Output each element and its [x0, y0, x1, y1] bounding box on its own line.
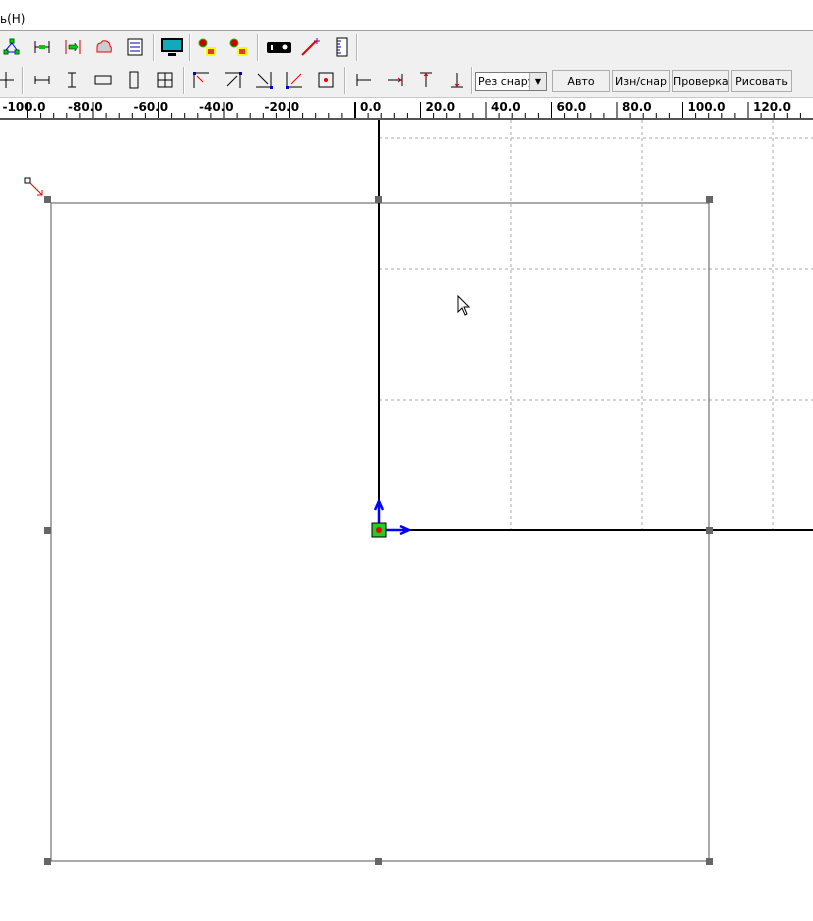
cut-tool-select[interactable]: Рез снару: ▼ — [475, 72, 547, 91]
align-left-icon[interactable] — [354, 70, 374, 90]
move-icon[interactable] — [0, 70, 16, 90]
align-bottom-icon[interactable] — [447, 70, 467, 90]
corner-top-right-icon[interactable] — [223, 70, 243, 90]
wear-tool-button[interactable]: Изн/снар — [612, 70, 670, 92]
grid — [379, 120, 813, 530]
ruler-label: 60.0 — [556, 100, 587, 114]
select-objects-icon[interactable] — [197, 37, 217, 57]
ruler-label: 0.0 — [360, 100, 382, 114]
ruler-icon[interactable] — [332, 37, 352, 57]
chevron-down-icon[interactable]: ▼ — [529, 73, 546, 90]
corner-bottom-right-icon[interactable] — [254, 70, 274, 90]
ruler-label: -100.0 — [2, 100, 46, 114]
vertical-box-icon[interactable] — [124, 70, 144, 90]
horizontal-ruler: -100.0 -80.0 -60.0 -40.0 -20.0 0.0 20.0 40.0 60.… — [0, 98, 813, 120]
ruler-label: -60.0 — [133, 100, 169, 114]
height-icon[interactable] — [62, 70, 82, 90]
width-icon[interactable] — [32, 70, 52, 90]
projector-icon[interactable] — [266, 37, 292, 57]
toolbar-main — [0, 31, 813, 65]
ruler-label: -80.0 — [68, 100, 103, 114]
origin-marker[interactable] — [371, 497, 413, 538]
ruler-label: 100.0 — [687, 100, 726, 114]
ruler-label: 80.0 — [622, 100, 652, 114]
draw-button[interactable]: Рисовать — [731, 70, 792, 92]
ruler-label: 20.0 — [425, 100, 456, 114]
insert-right-icon[interactable] — [63, 37, 83, 57]
draw-line-icon[interactable] — [300, 37, 320, 57]
align-right-icon[interactable] — [385, 70, 405, 90]
checklist-icon[interactable] — [125, 37, 145, 57]
menu-bar: ь(Н) — [0, 0, 813, 31]
center-box-icon[interactable] — [316, 70, 336, 90]
ruler-label: -20.0 — [264, 100, 300, 114]
ruler-label: 120.0 — [753, 100, 791, 114]
deselect-objects-icon[interactable] — [228, 37, 248, 57]
check-button[interactable]: Проверка — [672, 70, 729, 92]
drawing-canvas[interactable] — [0, 120, 813, 921]
toolbar-tools: Рез снару: ▼ Авто Изн/снар Проверка Рисов… — [0, 64, 813, 98]
mouse-cursor-icon — [457, 294, 471, 316]
auto-button[interactable]: Авто — [552, 70, 610, 92]
dimension-icon[interactable] — [32, 37, 52, 57]
node-tree-icon[interactable] — [2, 37, 22, 57]
rotate-handle-icon[interactable] — [24, 177, 43, 196]
cloud-icon[interactable] — [94, 37, 114, 57]
horizontal-box-icon[interactable] — [93, 70, 113, 90]
corner-top-left-icon[interactable] — [192, 70, 212, 90]
menu-help[interactable]: ь(Н) — [0, 12, 25, 26]
ruler-label: -40.0 — [199, 100, 234, 114]
align-top-icon[interactable] — [416, 70, 436, 90]
corner-bottom-left-icon[interactable] — [285, 70, 305, 90]
ruler-label: 40.0 — [491, 100, 521, 114]
grid-box-icon[interactable] — [155, 70, 175, 90]
monitor-icon[interactable] — [160, 37, 184, 57]
